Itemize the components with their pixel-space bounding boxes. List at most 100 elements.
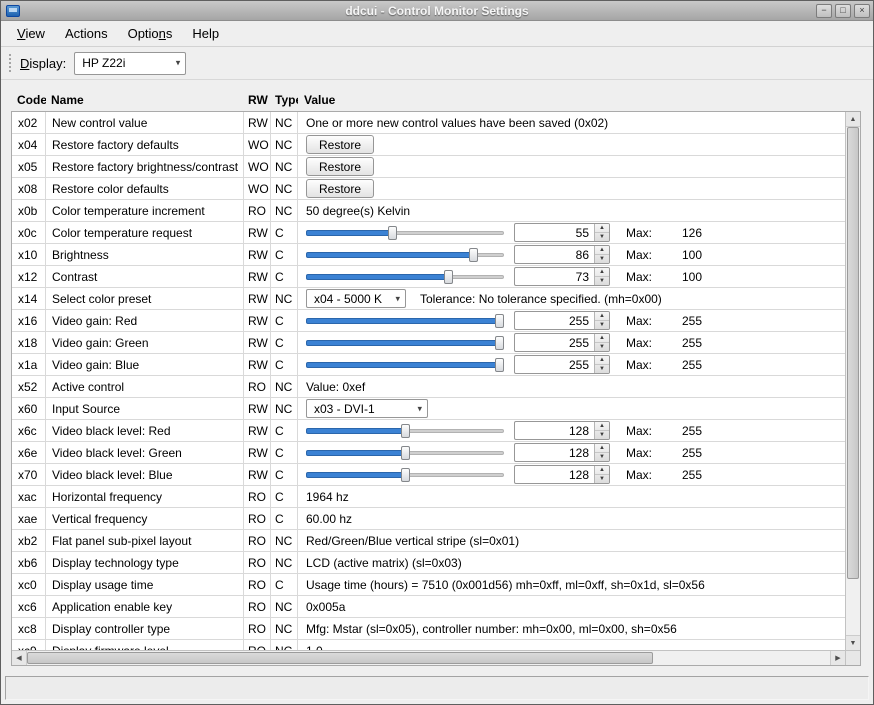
value-combo[interactable]: x04 - 5000 K▾ xyxy=(306,289,406,308)
maximize-button[interactable]: □ xyxy=(835,4,851,18)
value-slider[interactable] xyxy=(306,269,504,285)
menu-item-view[interactable]: View xyxy=(7,23,55,44)
spin-up-icon: ▲ xyxy=(595,312,609,321)
close-button[interactable]: × xyxy=(854,4,870,18)
max-label: Max: xyxy=(626,314,668,328)
slider-handle[interactable] xyxy=(401,446,410,460)
value-spinbox[interactable]: 128▲▼ xyxy=(514,443,610,462)
value-spinbox[interactable]: 86▲▼ xyxy=(514,245,610,264)
restore-button[interactable]: Restore xyxy=(306,135,374,154)
cell-name: Display controller type xyxy=(46,618,244,639)
value-slider[interactable] xyxy=(306,445,504,461)
spinner-arrows[interactable]: ▲▼ xyxy=(594,246,609,263)
value-spinbox[interactable]: 73▲▼ xyxy=(514,267,610,286)
value-slider[interactable] xyxy=(306,423,504,439)
minimize-button[interactable]: − xyxy=(816,4,832,18)
spinbox-value: 55 xyxy=(515,224,594,241)
maximize-icon: □ xyxy=(840,6,845,15)
slider-handle[interactable] xyxy=(388,226,397,240)
slider-handle[interactable] xyxy=(495,358,504,372)
menu-item-options[interactable]: Options xyxy=(118,23,183,44)
spin-down-icon: ▼ xyxy=(595,321,609,329)
slider-handle[interactable] xyxy=(401,424,410,438)
cell-name: Contrast xyxy=(46,266,244,287)
cell-value: 50 degree(s) Kelvin xyxy=(298,200,845,221)
cell-value: x03 - DVI-1▾ xyxy=(298,398,845,419)
cell-code: x0c xyxy=(12,222,46,243)
value-spinbox[interactable]: 255▲▼ xyxy=(514,311,610,330)
spin-down-icon: ▼ xyxy=(595,277,609,285)
value-slider[interactable] xyxy=(306,313,504,329)
max-value: 255 xyxy=(682,314,702,328)
horizontal-scroll-track[interactable] xyxy=(27,652,830,664)
menubar: ViewActionsOptionsHelp xyxy=(1,21,873,47)
cell-value: x04 - 5000 K▾Tolerance: No tolerance spe… xyxy=(298,288,845,309)
value-slider[interactable] xyxy=(306,335,504,351)
value-slider[interactable] xyxy=(306,357,504,373)
max-value: 100 xyxy=(682,248,702,262)
table-row: x05Restore factory brightness/contrastWO… xyxy=(12,156,845,178)
vertical-scroll-thumb[interactable] xyxy=(847,127,859,579)
slider-handle[interactable] xyxy=(469,248,478,262)
cell-code: x02 xyxy=(12,112,46,133)
toolbar-grip-handle[interactable] xyxy=(9,54,11,72)
cell-name: Video black level: Blue xyxy=(46,464,244,485)
header-name: Name xyxy=(46,93,244,107)
scroll-up-button[interactable]: ▲ xyxy=(846,112,860,127)
menu-item-help[interactable]: Help xyxy=(182,23,229,44)
value-slider[interactable] xyxy=(306,467,504,483)
value-spinbox[interactable]: 128▲▼ xyxy=(514,465,610,484)
restore-button[interactable]: Restore xyxy=(306,179,374,198)
spin-up-icon: ▲ xyxy=(595,334,609,343)
cell-value: 128▲▼Max:255 xyxy=(298,464,845,485)
cell-name: Video black level: Red xyxy=(46,420,244,441)
slider-handle[interactable] xyxy=(495,336,504,350)
slider-handle[interactable] xyxy=(401,468,410,482)
scroll-right-button[interactable]: ▶ xyxy=(830,651,845,665)
cell-rw: WO xyxy=(244,178,271,199)
slider-handle[interactable] xyxy=(444,270,453,284)
value-combo[interactable]: x03 - DVI-1▾ xyxy=(306,399,428,418)
spinner-arrows[interactable]: ▲▼ xyxy=(594,444,609,461)
value-spinbox[interactable]: 255▲▼ xyxy=(514,333,610,352)
horizontal-scroll-thumb[interactable] xyxy=(27,652,653,664)
spinner-arrows[interactable]: ▲▼ xyxy=(594,334,609,351)
table-row: xc6Application enable keyRONC0x005a xyxy=(12,596,845,618)
max-value: 255 xyxy=(682,468,702,482)
spin-down-icon: ▼ xyxy=(595,475,609,483)
slider-handle[interactable] xyxy=(495,314,504,328)
scroll-left-button[interactable]: ◀ xyxy=(12,651,27,665)
spinner-arrows[interactable]: ▲▼ xyxy=(594,356,609,373)
cell-value: Red/Green/Blue vertical stripe (sl=0x01) xyxy=(298,530,845,551)
scroll-down-button[interactable]: ▼ xyxy=(846,635,860,650)
value-slider[interactable] xyxy=(306,225,504,241)
cell-name: Display usage time xyxy=(46,574,244,595)
cell-name: Brightness xyxy=(46,244,244,265)
vertical-scrollbar[interactable]: ▲ ▼ xyxy=(845,112,860,650)
cell-rw: RO xyxy=(244,486,271,507)
spinner-arrows[interactable]: ▲▼ xyxy=(594,422,609,439)
display-combo[interactable]: HP Z22i ▾ xyxy=(74,52,186,75)
cell-name: Horizontal frequency xyxy=(46,486,244,507)
horizontal-scrollbar[interactable]: ◀ ▶ xyxy=(12,650,845,665)
restore-button[interactable]: Restore xyxy=(306,157,374,176)
cell-code: x14 xyxy=(12,288,46,309)
cell-value: 73▲▼Max:100 xyxy=(298,266,845,287)
cell-rw: RO xyxy=(244,200,271,221)
value-spinbox[interactable]: 55▲▼ xyxy=(514,223,610,242)
spin-up-icon: ▲ xyxy=(595,466,609,475)
cell-rw: RW xyxy=(244,398,271,419)
spinner-arrows[interactable]: ▲▼ xyxy=(594,312,609,329)
spinner-arrows[interactable]: ▲▼ xyxy=(594,466,609,483)
value-spinbox[interactable]: 255▲▼ xyxy=(514,355,610,374)
cell-code: x52 xyxy=(12,376,46,397)
value-slider[interactable] xyxy=(306,247,504,263)
menu-item-actions[interactable]: Actions xyxy=(55,23,118,44)
spinner-arrows[interactable]: ▲▼ xyxy=(594,224,609,241)
value-spinbox[interactable]: 128▲▼ xyxy=(514,421,610,440)
spinner-arrows[interactable]: ▲▼ xyxy=(594,268,609,285)
cell-rw: RO xyxy=(244,640,271,650)
cell-value: 1964 hz xyxy=(298,486,845,507)
vertical-scroll-track[interactable] xyxy=(847,127,859,635)
titlebar[interactable]: ddcui - Control Monitor Settings − □ × xyxy=(1,1,873,21)
